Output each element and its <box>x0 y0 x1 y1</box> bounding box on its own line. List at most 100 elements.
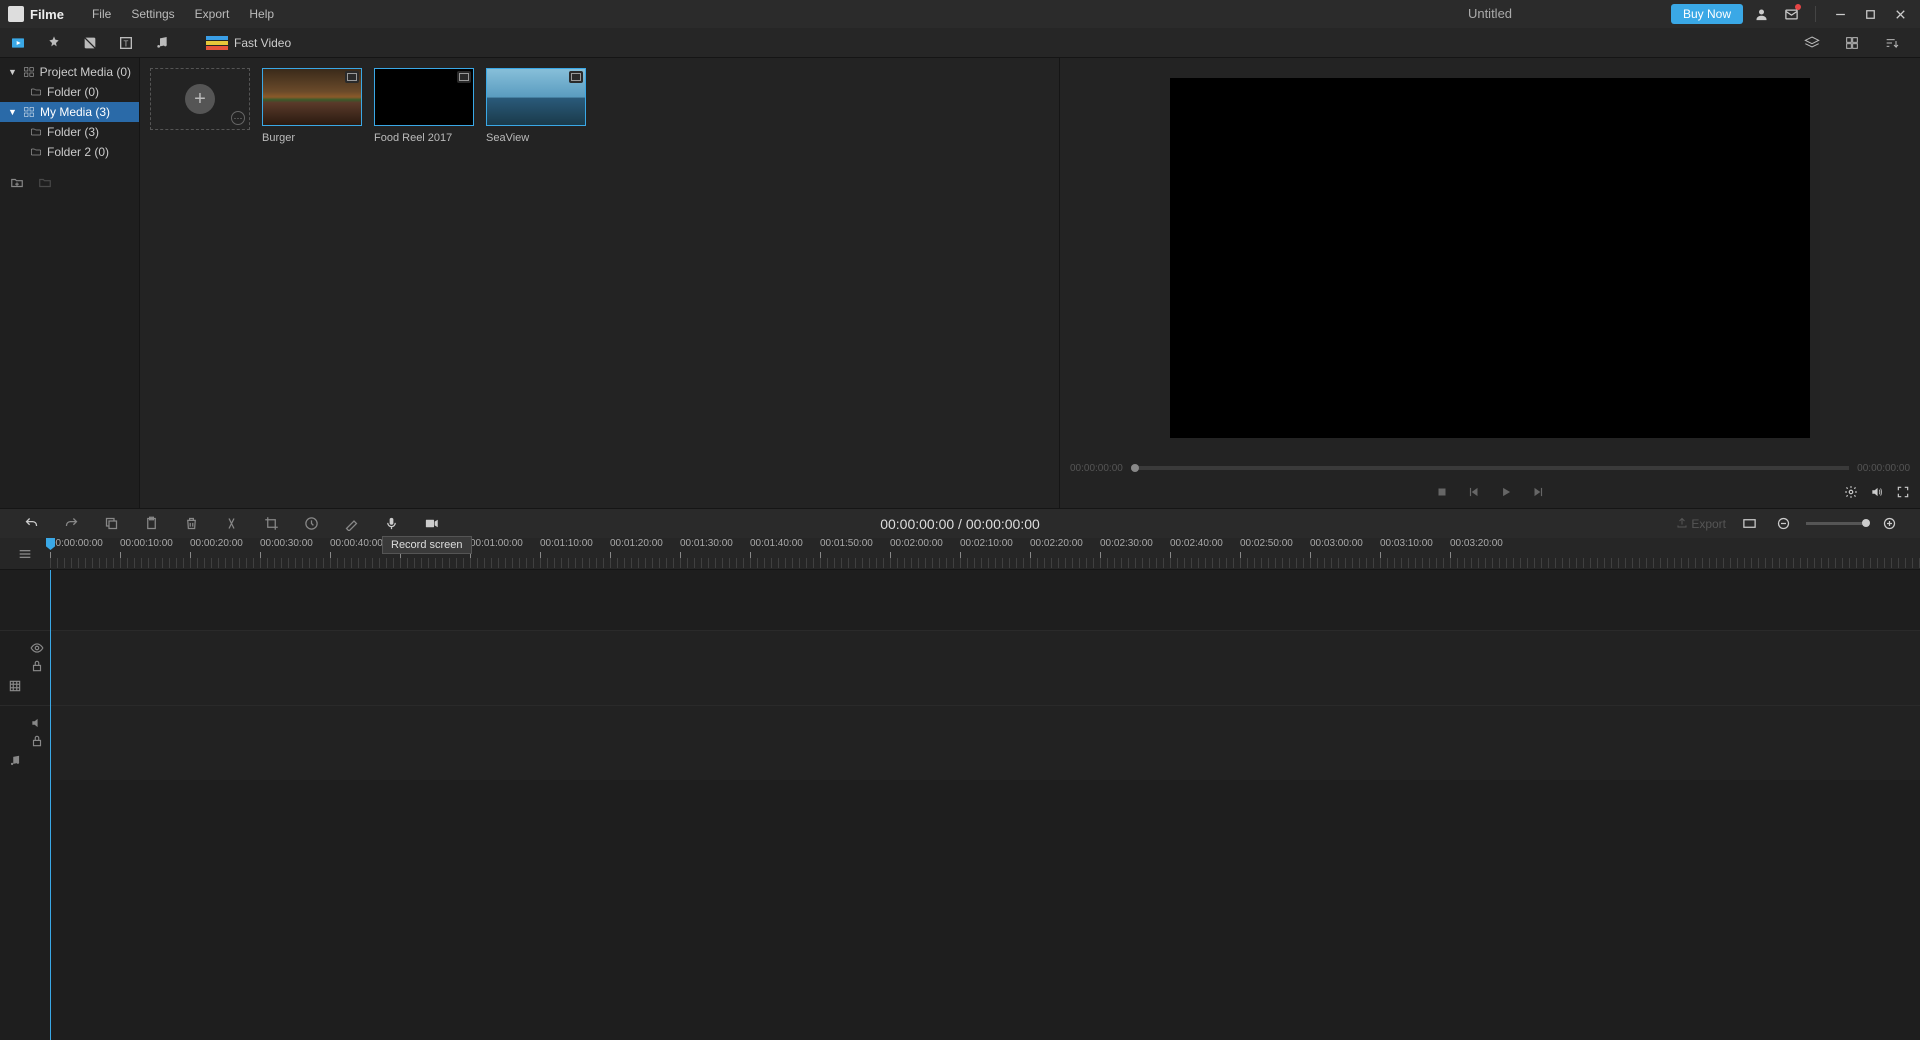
audio-tab-icon[interactable] <box>150 31 174 55</box>
video-track-lane[interactable] <box>50 630 1920 705</box>
sidebar-folder-0[interactable]: Folder (0) <box>0 82 139 102</box>
export-button[interactable]: Export <box>1676 517 1726 531</box>
ruler-tick: 00:01:10:00 <box>540 538 593 549</box>
fast-video-button[interactable]: Fast Video <box>206 36 291 50</box>
record-screen-icon[interactable] <box>420 513 442 535</box>
zoom-out-icon[interactable] <box>1772 513 1794 535</box>
volume-icon[interactable] <box>1870 485 1884 502</box>
clip-thumbnail <box>374 68 474 126</box>
audio-track-lane[interactable] <box>50 705 1920 780</box>
ruler-tick: 00:03:20:00 <box>1450 538 1503 549</box>
sort-icon[interactable] <box>1880 31 1904 55</box>
grid-icon <box>23 66 35 78</box>
paste-icon[interactable] <box>140 513 162 535</box>
export-label: Export <box>1691 517 1726 531</box>
prev-frame-icon[interactable] <box>1467 485 1481 502</box>
sidebar-my-media-label: My Media (3) <box>40 105 110 119</box>
preview-canvas <box>1170 78 1810 438</box>
add-media-button[interactable]: + ⋯ <box>150 68 250 130</box>
ruler-tick: 00:01:30:00 <box>680 538 733 549</box>
delete-icon[interactable] <box>180 513 202 535</box>
sidebar-project-media-label: Project Media (0) <box>40 65 131 79</box>
clip-food-reel[interactable]: Food Reel 2017 <box>374 68 474 144</box>
zoom-in-icon[interactable] <box>1878 513 1900 535</box>
sidebar-my-media[interactable]: ▼ My Media (3) <box>0 102 139 122</box>
ruler-tick: 00:02:00:00 <box>890 538 943 549</box>
menu-settings[interactable]: Settings <box>121 7 184 21</box>
split-icon[interactable] <box>220 513 242 535</box>
menu-help[interactable]: Help <box>239 7 284 21</box>
grid-icon <box>23 106 35 118</box>
delete-folder-icon[interactable] <box>38 176 52 193</box>
svg-text:T: T <box>124 39 129 48</box>
fullscreen-icon[interactable] <box>1896 485 1910 502</box>
eye-icon[interactable] <box>30 641 44 655</box>
layers-icon[interactable] <box>1800 31 1824 55</box>
media-tab-icon[interactable] <box>6 31 30 55</box>
lock-icon[interactable] <box>30 659 44 673</box>
ruler-tick: 00:02:30:00 <box>1100 538 1153 549</box>
video-badge-icon <box>345 71 359 83</box>
menu-export[interactable]: Export <box>185 7 240 21</box>
playhead[interactable] <box>50 570 51 1040</box>
more-icon[interactable]: ⋯ <box>231 111 245 125</box>
timeline-ruler[interactable]: 00:00:00:0000:00:10:0000:00:20:0000:00:3… <box>0 538 1920 570</box>
folder-icon <box>30 86 42 98</box>
stop-icon[interactable] <box>1435 485 1449 502</box>
ruler-ticks[interactable]: 00:00:00:0000:00:10:0000:00:20:0000:00:3… <box>50 538 1920 569</box>
ruler-tick: 00:01:20:00 <box>610 538 663 549</box>
clip-thumbnail <box>262 68 362 126</box>
speaker-icon[interactable] <box>30 716 44 730</box>
plus-icon: + <box>185 84 215 114</box>
clip-thumbnail <box>486 68 586 126</box>
tool-row: T Fast Video <box>0 28 1920 58</box>
media-sidebar: ▼ Project Media (0) Folder (0) ▼ My Medi… <box>0 58 140 508</box>
aspect-icon[interactable] <box>1738 513 1760 535</box>
preview-scrub-bar[interactable]: 00:00:00:00 00:00:00:00 <box>1060 458 1920 478</box>
clip-seaview[interactable]: SeaView <box>486 68 586 144</box>
sidebar-folder-3-label: Folder (3) <box>47 125 99 139</box>
effects-tab-icon[interactable] <box>42 31 66 55</box>
ruler-tick: 00:00:00:00 <box>50 538 103 549</box>
ruler-minor-ticks <box>50 558 1920 568</box>
track-body[interactable] <box>50 570 1920 1040</box>
next-frame-icon[interactable] <box>1531 485 1545 502</box>
sidebar-folder-3[interactable]: Folder (3) <box>0 122 139 142</box>
redo-icon[interactable] <box>60 513 82 535</box>
app-logo-icon <box>8 6 24 22</box>
voiceover-icon[interactable] <box>380 513 402 535</box>
timeline-tracks <box>0 570 1920 1040</box>
ruler-tick: 00:00:30:00 <box>260 538 313 549</box>
fast-video-icon <box>206 36 228 50</box>
sidebar-project-media[interactable]: ▼ Project Media (0) <box>0 62 139 82</box>
speed-icon[interactable] <box>300 513 322 535</box>
color-icon[interactable] <box>340 513 362 535</box>
grid-view-icon[interactable] <box>1840 31 1864 55</box>
undo-icon[interactable] <box>20 513 42 535</box>
music-icon <box>8 754 22 768</box>
clip-label: Food Reel 2017 <box>374 132 474 144</box>
crop-icon[interactable] <box>260 513 282 535</box>
media-panel: + ⋯ Burger Food Reel 2017 SeaView <box>140 58 1060 508</box>
audio-track-head[interactable] <box>0 705 50 780</box>
video-track-head[interactable] <box>0 630 50 705</box>
main-area: ▼ Project Media (0) Folder (0) ▼ My Medi… <box>0 58 1920 508</box>
ruler-menu-icon[interactable] <box>0 538 50 569</box>
zoom-slider[interactable] <box>1806 522 1866 525</box>
add-folder-icon[interactable] <box>10 176 24 193</box>
settings-icon[interactable] <box>1844 485 1858 502</box>
timeline-timecode: 00:00:00:00 / 00:00:00:00 <box>880 516 1040 532</box>
clip-burger[interactable]: Burger <box>262 68 362 144</box>
sidebar-folder-2-0[interactable]: Folder 2 (0) <box>0 142 139 162</box>
play-icon[interactable] <box>1499 485 1513 502</box>
ruler-tick: 00:01:00:00 <box>470 538 523 549</box>
menu-file[interactable]: File <box>82 7 121 21</box>
scrub-track[interactable] <box>1131 466 1849 470</box>
track-heads <box>0 570 50 1040</box>
preview-panel: 00:00:00:00 00:00:00:00 <box>1060 58 1920 508</box>
copy-icon[interactable] <box>100 513 122 535</box>
transitions-tab-icon[interactable] <box>78 31 102 55</box>
video-badge-icon <box>457 71 471 83</box>
text-tab-icon[interactable]: T <box>114 31 138 55</box>
lock-icon[interactable] <box>30 734 44 748</box>
